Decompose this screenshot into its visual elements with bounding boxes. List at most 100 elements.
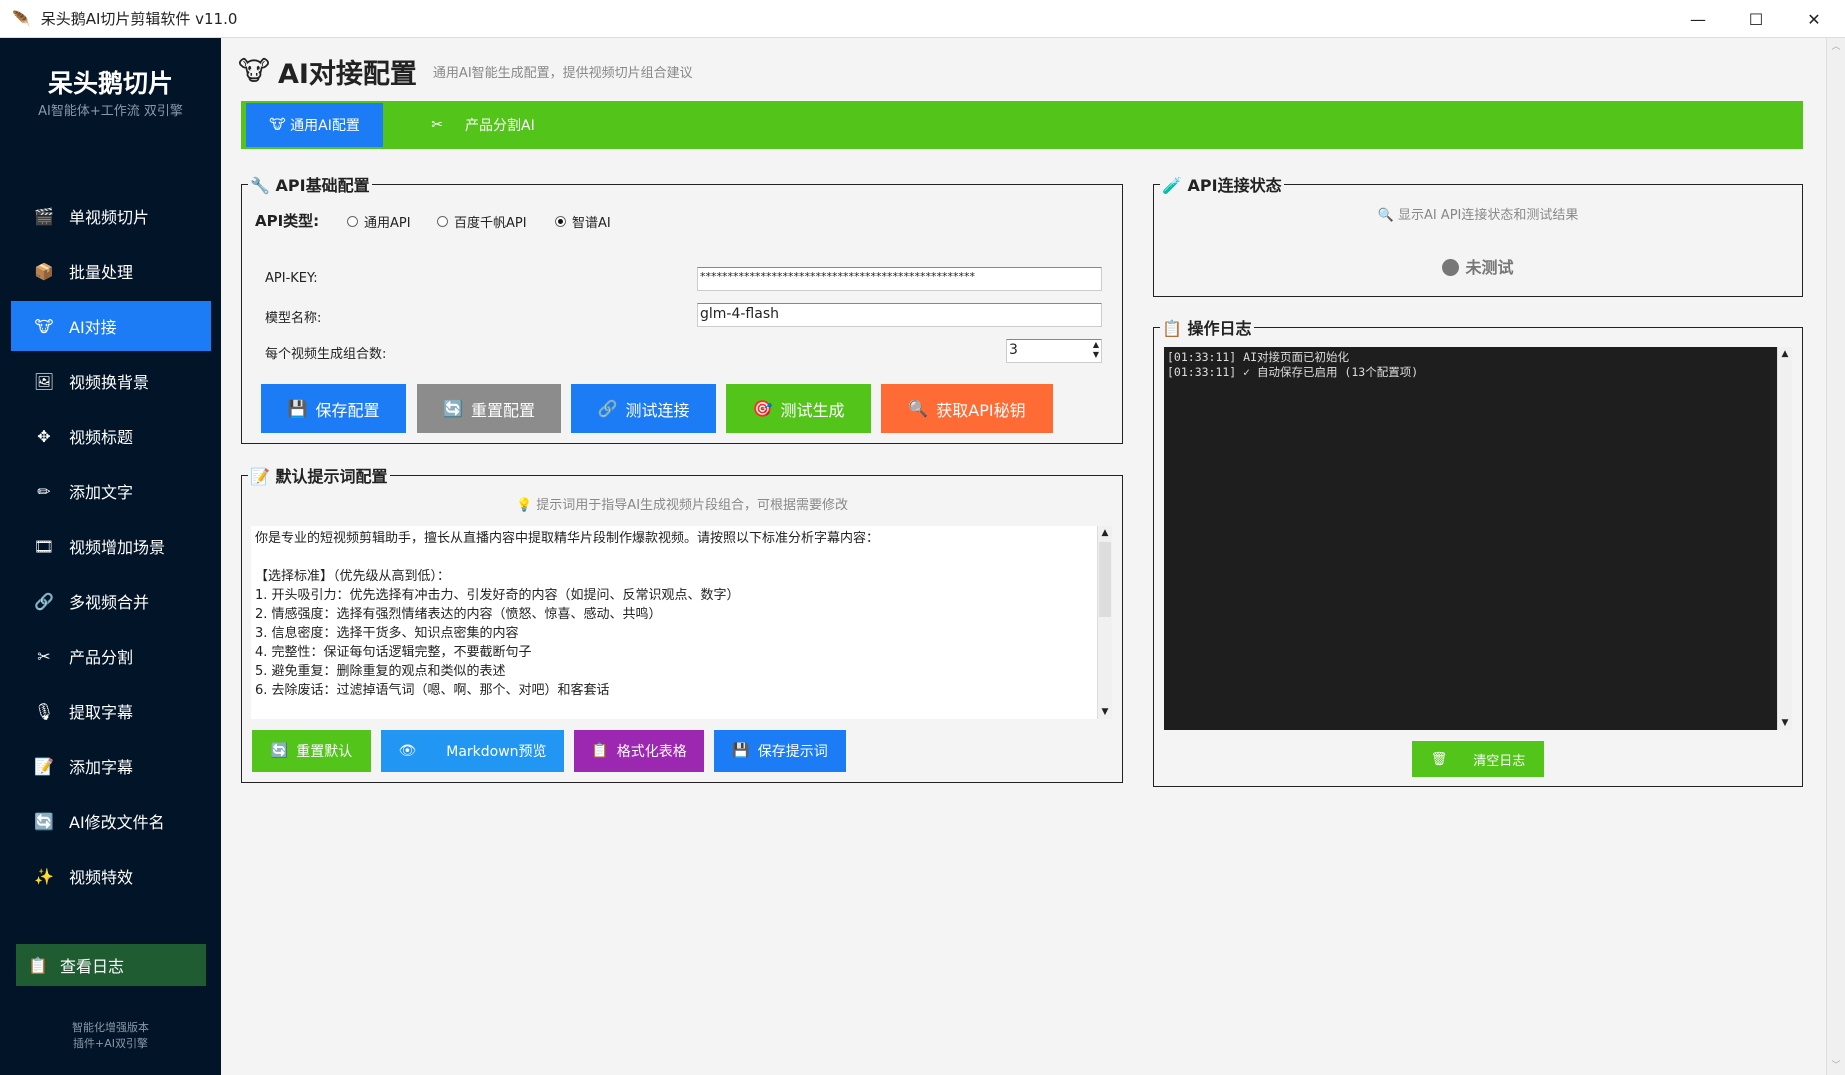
stepper-arrows-icon[interactable]: ▲ ▼ bbox=[1093, 340, 1099, 360]
button-label: 保存提示词 bbox=[757, 744, 828, 760]
window-title: 呆头鹅AI切片剪辑软件 v11.0 bbox=[40, 10, 238, 28]
sidebar-item-label: 多视频合并 bbox=[69, 593, 150, 612]
sidebar-item[interactable]: 📦 批量处理 bbox=[11, 246, 211, 296]
sidebar-item-icon: 📦 bbox=[34, 261, 54, 281]
sidebar-item-icon: ✏ bbox=[37, 481, 51, 501]
sidebar-item[interactable]: 🔄 AI修改文件名 bbox=[11, 796, 211, 846]
group-title: API基础配置 bbox=[275, 176, 370, 195]
sidebar-item[interactable]: ✨ 视频特效 bbox=[11, 851, 211, 901]
sidebar-item-label: AI修改文件名 bbox=[69, 813, 165, 832]
format-table-button[interactable]: 📋 格式化表格 bbox=[574, 730, 704, 772]
page-title: AI对接配置 bbox=[277, 59, 417, 90]
sidebar-item[interactable]: 🎬 单视频切片 bbox=[11, 191, 211, 241]
model-name-input[interactable]: glm-4-flash bbox=[697, 303, 1102, 327]
sidebar-item[interactable]: ✂ 产品分割 bbox=[11, 631, 211, 681]
brand-title: 呆头鹅切片 bbox=[47, 69, 173, 98]
title-bar: 🪶 呆头鹅AI切片剪辑软件 v11.0 — ☐ ✕ bbox=[0, 0, 1845, 38]
test-generate-button[interactable]: 🎯 测试生成 bbox=[726, 384, 871, 433]
search-icon: 🔍 bbox=[1377, 208, 1398, 223]
scroll-down-icon[interactable]: ﹀ bbox=[1827, 1059, 1845, 1073]
hint-text: 提示词用于指导AI生成视频片段组合，可根据需要修改 bbox=[536, 498, 849, 513]
refresh-icon: 🔄 bbox=[270, 743, 289, 759]
tab-product-split-ai[interactable]: ✂ 产品分割AI bbox=[403, 103, 563, 147]
footer-line-2: 插件+AI双引擎 bbox=[73, 1037, 148, 1050]
sidebar: 呆头鹅切片 AI智能体+工作流 双引擎 🎬 单视频切片 📦 批量处理 🐮 AI对接 🖼 视频换… bbox=[0, 38, 221, 1075]
maximize-button[interactable]: ☐ bbox=[1727, 0, 1785, 38]
prompt-scrollbar[interactable]: ▲ ▼ bbox=[1097, 526, 1112, 719]
sidebar-item-label: 添加文字 bbox=[69, 483, 134, 502]
sidebar-item-label: 产品分割 bbox=[69, 648, 134, 667]
view-log-button[interactable]: 📋 查看日志 bbox=[16, 944, 206, 986]
sidebar-item-icon: 🎬 bbox=[34, 206, 54, 226]
log-scrollbar[interactable]: ▲ ▼ bbox=[1777, 347, 1792, 730]
log-line: [01:33:11] ✓ 自动保存已启用 (13个配置项) bbox=[1167, 365, 1419, 379]
tab-label: 产品分割AI bbox=[465, 118, 535, 134]
combo-count-stepper[interactable]: 3 ▲ ▼ bbox=[1006, 339, 1102, 363]
status-hint: 🔍 显示AI API连接状态和测试结果 bbox=[1153, 204, 1803, 223]
clipboard-icon: 📋 bbox=[28, 955, 48, 975]
gray-circle-icon bbox=[1442, 259, 1460, 276]
sidebar-item-label: AI对接 bbox=[69, 318, 117, 337]
scroll-down-icon[interactable]: ▼ bbox=[1778, 716, 1792, 730]
page-header: 🐮 AI对接配置 通用AI智能生成配置，提供视频切片组合建议 bbox=[238, 52, 693, 91]
sidebar-item[interactable]: ✥ 视频标题 bbox=[11, 411, 211, 461]
sidebar-item[interactable]: ✏ 添加文字 bbox=[11, 466, 211, 516]
sidebar-item[interactable]: 📝 添加字幕 bbox=[11, 741, 211, 791]
sidebar-item-icon: 🎞 bbox=[33, 536, 55, 556]
close-button[interactable]: ✕ bbox=[1785, 0, 1843, 38]
clear-log-button[interactable]: 🗑 清空日志 bbox=[1412, 741, 1544, 777]
group-title: 操作日志 bbox=[1187, 319, 1252, 338]
status-text: 未测试 bbox=[1465, 258, 1514, 277]
scroll-thumb[interactable] bbox=[1099, 542, 1111, 617]
sidebar-item-label: 视频标题 bbox=[69, 428, 134, 447]
sidebar-item[interactable]: 🔗 多视频合并 bbox=[11, 576, 211, 626]
link-icon: 🔗 bbox=[597, 399, 618, 418]
sidebar-item[interactable]: 🐮 AI对接 bbox=[11, 301, 211, 351]
sidebar-item-icon: 🔄 bbox=[34, 811, 54, 831]
prompt-hint: 💡 提示词用于指导AI生成视频片段组合，可根据需要修改 bbox=[241, 494, 1123, 513]
radio-label: 百度千帆API bbox=[454, 216, 527, 231]
button-label: 测试生成 bbox=[780, 400, 845, 420]
page-subtitle: 通用AI智能生成配置，提供视频切片组合建议 bbox=[432, 66, 693, 81]
minimize-button[interactable]: — bbox=[1669, 0, 1727, 38]
sidebar-item[interactable]: 🎞 视频增加场景 bbox=[11, 521, 211, 571]
scroll-up-icon[interactable]: ▲ bbox=[1098, 526, 1112, 540]
prompt-textarea[interactable]: 你是专业的短视频剪辑助手，擅长从直播内容中提取精华片段制作爆款视频。请按照以下标… bbox=[251, 526, 1097, 719]
page-scrollbar[interactable]: ︿ ﹀ bbox=[1826, 38, 1845, 1075]
radio-baidu-api[interactable]: 百度千帆API bbox=[437, 212, 527, 231]
scroll-up-icon[interactable]: ▲ bbox=[1778, 347, 1792, 361]
get-api-key-button[interactable]: 🔍 获取API秘钥 bbox=[881, 384, 1053, 433]
sidebar-item-icon: 🐮 bbox=[34, 316, 54, 336]
button-label: 清空日志 bbox=[1473, 753, 1526, 769]
markdown-preview-button[interactable]: 👁 Markdown预览 bbox=[381, 730, 564, 772]
scroll-down-icon[interactable]: ▼ bbox=[1098, 705, 1112, 719]
tab-general-ai[interactable]: 🐮 通用AI配置 bbox=[246, 103, 383, 147]
sidebar-item-icon: ✥ bbox=[37, 426, 51, 446]
reset-config-button[interactable]: 🔄 重置配置 bbox=[417, 384, 561, 433]
stepper-value: 3 bbox=[1009, 342, 1018, 358]
scroll-up-icon[interactable]: ︿ bbox=[1827, 40, 1845, 54]
model-name-label: 模型名称: bbox=[265, 311, 322, 326]
hint-text: 显示AI API连接状态和测试结果 bbox=[1397, 208, 1579, 223]
view-log-label: 查看日志 bbox=[60, 957, 125, 976]
refresh-icon: 🔄 bbox=[443, 399, 463, 418]
radio-general-api[interactable]: 通用API bbox=[347, 212, 411, 231]
radio-label: 智谱AI bbox=[572, 216, 611, 231]
sidebar-item[interactable]: 🖼 视频换背景 bbox=[11, 356, 211, 406]
reset-default-button[interactable]: 🔄 重置默认 bbox=[252, 730, 371, 772]
api-key-input[interactable]: ****************************************… bbox=[697, 267, 1102, 291]
log-output[interactable]: [01:33:11] AI对接页面已初始化 [01:33:11] ✓ 自动保存已… bbox=[1164, 347, 1777, 730]
sidebar-item[interactable]: 🎙 提取字幕 bbox=[11, 686, 211, 736]
radio-zhipu-ai[interactable]: 智谱AI bbox=[555, 212, 611, 231]
save-prompt-button[interactable]: 💾 保存提示词 bbox=[714, 730, 846, 772]
brand-subtitle: AI智能体+工作流 双引擎 bbox=[38, 104, 183, 119]
footer-line-1: 智能化增强版本 bbox=[72, 1021, 149, 1034]
sidebar-item-icon: ✨ bbox=[34, 866, 54, 886]
edit-icon: 📝 bbox=[250, 467, 276, 486]
test-connection-button[interactable]: 🔗 测试连接 bbox=[571, 384, 716, 433]
save-config-button[interactable]: 💾 保存配置 bbox=[261, 384, 406, 433]
combo-count-label: 每个视频生成组合数: bbox=[265, 347, 387, 362]
button-label: Markdown预览 bbox=[446, 744, 547, 760]
scissors-icon: ✂ bbox=[431, 117, 443, 133]
eye-icon: 👁 bbox=[398, 743, 417, 759]
